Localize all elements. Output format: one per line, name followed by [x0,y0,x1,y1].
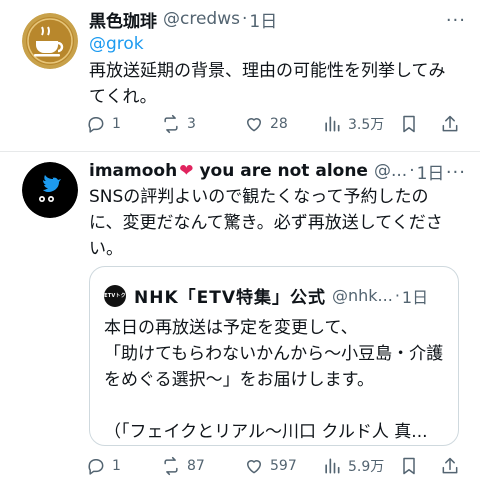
like-count: 597 [270,458,297,474]
heart-icon [247,118,261,132]
bookmark-icon [403,115,415,133]
share-button[interactable] [440,114,460,134]
red-heart-icon: ❤ [179,161,194,181]
share-button[interactable] [440,456,460,476]
timestamp[interactable]: 1日 [249,7,277,32]
reply-button[interactable]: 1 [86,114,121,134]
heart-icon [247,460,261,474]
bookmark-button[interactable] [399,456,419,476]
share-icon [442,457,458,474]
view-count: 3.5万 [348,117,385,133]
mention-link[interactable]: @grok [89,34,144,54]
author-name-suffix[interactable]: you are not alone [199,161,368,181]
repost-button[interactable]: 87 [161,456,205,476]
quoted-author-name[interactable]: NHK「ETV特集」公式 [134,283,326,308]
author-handle[interactable]: @... [374,161,407,181]
tweet-text: SNSの評判よいので観たくなって予約したのに、変更だなんて驚き。必ず再放送してく… [89,187,443,259]
avatar[interactable] [22,13,78,69]
quoted-timestamp[interactable]: 1日 [402,284,428,308]
views-button[interactable]: 5.9万 [322,456,384,476]
author-name[interactable]: 黒色珈琲 [89,7,157,32]
repost-count: 87 [187,458,205,474]
bookmark-button[interactable] [399,114,419,134]
quoted-text-line: 「助けてもらわないかんから〜小豆島・介護をめぐる選択〜」をお届けします。 [104,344,444,390]
views-button[interactable]: 3.5万 [322,114,384,134]
reply-icon [88,459,104,475]
avatar[interactable] [22,162,78,218]
share-icon [442,115,458,132]
tweet[interactable]: 黒色珈琲 @credws · 1日 ··· @grok 再放送延期の背景、理由の… [0,0,480,152]
quoted-tweet[interactable]: ETVトク NHK「ETV特集」公式 @nhk... · 1日 本日の再放送は予… [89,266,459,446]
repost-button[interactable]: 3 [161,114,196,134]
reply-count: 1 [112,116,121,132]
quoted-author-handle[interactable]: @nhk... [332,286,393,305]
coffee-cup-avatar-icon [22,13,78,69]
tweet-text: 再放送延期の背景、理由の可能性を列挙してみてくれ。 [89,61,446,107]
repost-count: 3 [187,116,196,132]
separator-dot: · [241,9,248,29]
separator-dot: · [394,286,400,305]
quoted-text-line: （「フェイクとリアル〜川口 クルド人 真... [104,422,428,442]
views-chart-icon [325,116,340,132]
quoted-avatar[interactable]: ETVトク [104,284,126,307]
separator-dot: · [409,161,415,181]
bird-avatar-icon [22,162,78,218]
reply-icon [88,117,104,133]
action-bar: 1 3 28 3.5万 [86,112,458,136]
reply-button[interactable]: 1 [86,456,121,476]
author-name[interactable]: imamooh [89,161,177,181]
views-chart-icon [325,458,340,474]
like-count: 28 [270,116,288,132]
more-options-icon[interactable]: ··· [446,10,466,31]
repost-icon [164,456,178,476]
quoted-text: 本日の再放送は予定を変更して、 「助けてもらわないかんから〜小豆島・介護をめぐる… [104,315,449,445]
tweet[interactable]: imamooh ❤ you are not alone @... · 1日 ··… [0,153,480,490]
view-count: 5.9万 [348,459,385,475]
author-handle[interactable]: @credws [163,9,240,29]
bookmark-icon [403,457,415,475]
quoted-text-line: 本日の再放送は予定を変更して、 [104,318,358,338]
action-bar: 1 87 597 5.9万 [86,454,458,478]
more-options-icon[interactable]: ··· [446,162,466,183]
reply-count: 1 [112,458,121,474]
like-button[interactable]: 597 [244,456,297,476]
timestamp[interactable]: 1日 [417,159,445,184]
repost-icon [164,114,178,134]
like-button[interactable]: 28 [244,114,288,134]
